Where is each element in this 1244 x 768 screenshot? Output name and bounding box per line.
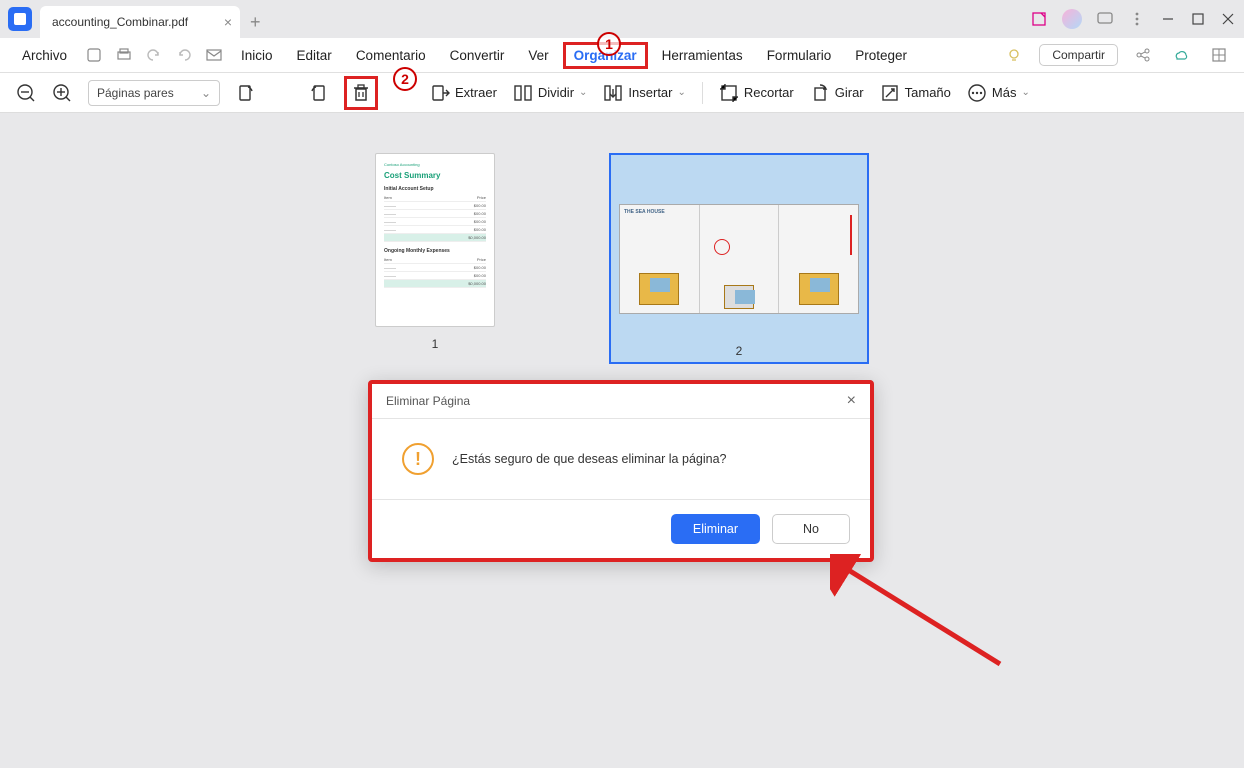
rotate-button[interactable]: Girar [810, 83, 864, 103]
split-button[interactable]: Dividir⌄ [513, 83, 588, 103]
menu-comentario[interactable]: Comentario [346, 44, 436, 67]
warning-icon: ! [402, 443, 434, 475]
minimize-icon[interactable] [1160, 11, 1176, 27]
rotate-label: Girar [835, 85, 864, 100]
dialog-close-icon[interactable]: × [847, 392, 856, 410]
insert-button[interactable]: Insertar⌄ [603, 83, 685, 103]
split-label: Dividir [538, 85, 574, 100]
print-icon[interactable] [115, 46, 133, 64]
zoom-in-button[interactable] [52, 83, 72, 103]
tab-title: accounting_Combinar.pdf [52, 15, 188, 29]
cancel-button[interactable]: No [772, 514, 850, 544]
document-tab[interactable]: accounting_Combinar.pdf × [40, 6, 240, 38]
page-range-value: Páginas pares [97, 86, 174, 100]
page-number-1: 1 [432, 337, 439, 351]
close-tab-icon[interactable]: × [224, 14, 232, 30]
grid-icon[interactable] [1210, 46, 1228, 64]
page-thumb-1[interactable]: Contoso Accounting Cost Summary Initial … [375, 153, 495, 364]
size-label: Tamaño [905, 85, 951, 100]
callout-2: 2 [393, 67, 417, 91]
rotate-left-button[interactable] [236, 83, 256, 103]
confirm-delete-button[interactable]: Eliminar [671, 514, 760, 544]
menu-archivo[interactable]: Archivo [12, 44, 77, 67]
chat-icon[interactable] [1096, 10, 1114, 28]
maximize-icon[interactable] [1190, 11, 1206, 27]
page-range-select[interactable]: Páginas pares [88, 80, 220, 106]
dialog-title: Eliminar Página [386, 394, 470, 408]
doc1-title: Cost Summary [384, 171, 486, 180]
save-icon[interactable] [85, 46, 103, 64]
extract-label: Extraer [455, 85, 497, 100]
close-window-icon[interactable] [1220, 11, 1236, 27]
organize-toolbar: Páginas pares Extraer Dividir⌄ Insertar⌄… [0, 73, 1244, 113]
crop-button[interactable]: Recortar [719, 83, 794, 103]
more-button[interactable]: Más⌄ [967, 83, 1030, 103]
menu-convertir[interactable]: Convertir [440, 44, 515, 67]
cloud-icon[interactable] [1172, 46, 1190, 64]
menubar: Archivo Inicio Editar Comentario Convert… [0, 38, 1244, 72]
note-icon[interactable] [1030, 10, 1048, 28]
zoom-out-button[interactable] [16, 83, 36, 103]
extract-button[interactable]: Extraer [430, 83, 497, 103]
doc1-brand: Contoso Accounting [384, 162, 486, 167]
doc1-sec1: Initial Account Setup [384, 186, 486, 192]
mail-icon[interactable] [205, 46, 223, 64]
redo-icon[interactable] [175, 46, 193, 64]
dialog-message: ¿Estás seguro de que deseas eliminar la … [452, 452, 726, 466]
compartir-button[interactable]: Compartir [1039, 44, 1118, 66]
add-tab-button[interactable]: + [250, 12, 261, 33]
insert-label: Insertar [628, 85, 672, 100]
doc1-sec2: Ongoing Monthly Expenses [384, 248, 486, 254]
more-label: Más [992, 85, 1017, 100]
callout-1: 1 [597, 32, 621, 56]
bulb-icon[interactable] [1005, 46, 1023, 64]
menu-ver[interactable]: Ver [518, 44, 558, 67]
page-thumb-2-selected[interactable]: THE SEA HOUSE 2 [609, 153, 869, 364]
undo-icon[interactable] [145, 46, 163, 64]
menu-inicio[interactable]: Inicio [231, 44, 283, 67]
delete-page-dialog: Eliminar Página × ! ¿Estás seguro de que… [368, 380, 874, 562]
menu-formulario[interactable]: Formulario [757, 44, 842, 67]
menu-editar[interactable]: Editar [287, 44, 342, 67]
share-icon[interactable] [1134, 46, 1152, 64]
app-icon [8, 7, 32, 31]
doc2-title: THE SEA HOUSE [624, 209, 695, 215]
menu-proteger[interactable]: Proteger [845, 44, 917, 67]
crop-label: Recortar [744, 85, 794, 100]
menu-herramientas[interactable]: Herramientas [652, 44, 753, 67]
delete-page-button[interactable] [344, 76, 378, 110]
avatar[interactable] [1062, 9, 1082, 29]
titlebar: accounting_Combinar.pdf × + [0, 0, 1244, 38]
page-thumbnails-area: Contoso Accounting Cost Summary Initial … [0, 113, 1244, 404]
page-number-2: 2 [736, 344, 743, 358]
kebab-menu-icon[interactable] [1128, 10, 1146, 28]
rotate-right-button[interactable] [308, 83, 328, 103]
size-button[interactable]: Tamaño [880, 83, 951, 103]
annotation-arrow [830, 554, 1010, 674]
